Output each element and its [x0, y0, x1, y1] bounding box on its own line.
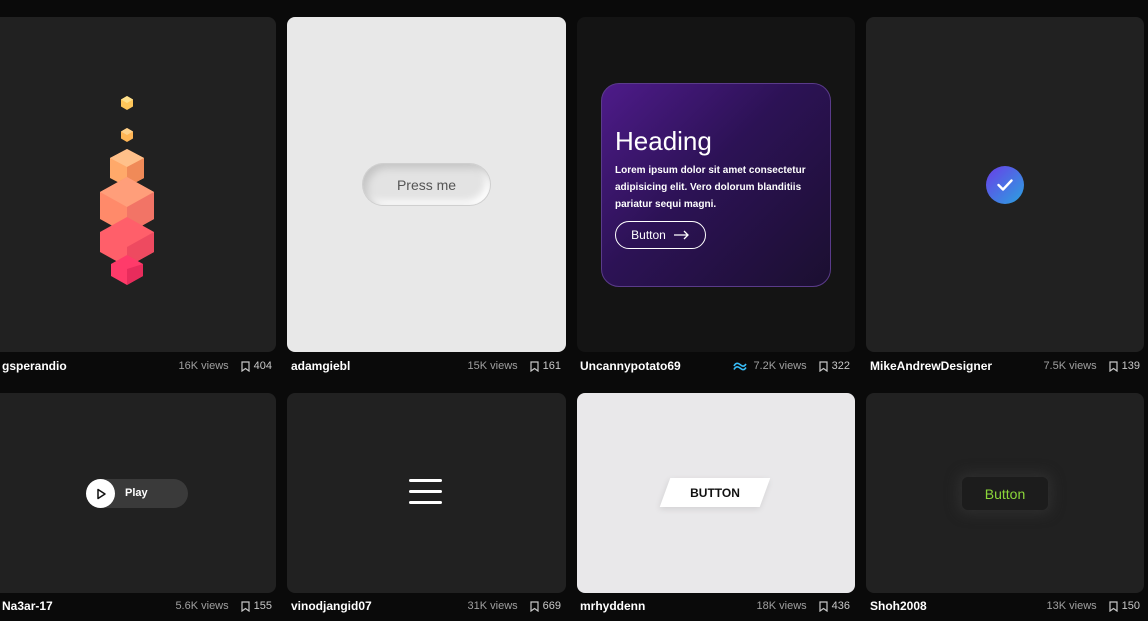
save-count: 161	[542, 360, 561, 372]
view-count: 31K views	[467, 600, 518, 612]
neon-button[interactable]: Button	[962, 477, 1048, 510]
arrow-right-icon	[673, 230, 689, 240]
view-count: 13K views	[1046, 600, 1097, 612]
view-count: 7.2K views	[753, 360, 807, 372]
card-meta: mrhyddenn 18K views 436	[580, 595, 850, 617]
bookmark-icon	[241, 600, 250, 612]
card-body-text: Lorem ipsum dolor sit amet consectetur a…	[615, 165, 806, 210]
save-button[interactable]: 404	[241, 360, 272, 372]
card-meta: gsperandio 16K views 404	[2, 355, 272, 377]
save-count: 669	[542, 600, 561, 612]
bookmark-icon	[819, 600, 828, 612]
view-count: 7.5K views	[1043, 360, 1097, 372]
save-button[interactable]: 669	[530, 600, 561, 612]
bookmark-icon	[530, 600, 539, 612]
bookmark-icon	[819, 360, 828, 372]
bookmark-icon	[1109, 600, 1118, 612]
view-count: 16K views	[178, 360, 229, 372]
button-label: Button	[631, 228, 666, 242]
tailwind-icon	[733, 362, 748, 370]
author-name[interactable]: mrhyddenn	[580, 599, 751, 613]
check-icon	[997, 179, 1013, 191]
save-button[interactable]: 161	[530, 360, 561, 372]
save-button[interactable]: 139	[1109, 360, 1140, 372]
save-count: 436	[831, 600, 850, 612]
card-meta: Shoh2008 13K views 150	[870, 595, 1140, 617]
save-count: 139	[1121, 360, 1140, 372]
card-heading: Heading	[615, 126, 712, 156]
save-count: 404	[253, 360, 272, 372]
save-button[interactable]: 322	[819, 360, 850, 372]
view-count: 15K views	[467, 360, 518, 372]
play-label: Play	[125, 487, 148, 499]
component-gallery: gsperandio 16K views 404 Press me adamgi…	[0, 0, 1148, 621]
skewed-button[interactable]: BUTTON	[665, 478, 765, 507]
author-name[interactable]: MikeAndrewDesigner	[870, 359, 1037, 373]
bookmark-icon	[530, 360, 539, 372]
card-isometric-cubes[interactable]	[0, 17, 276, 352]
author-name[interactable]: gsperandio	[2, 359, 173, 373]
card-skewed-button[interactable]: BUTTON	[577, 393, 855, 593]
author-name[interactable]: Na3ar-17	[2, 599, 169, 613]
save-button[interactable]: 150	[1109, 600, 1140, 612]
card-play-button[interactable]: Play	[0, 393, 276, 593]
card-meta: MikeAndrewDesigner 7.5K views 139	[870, 355, 1140, 377]
bookmark-icon	[1109, 360, 1118, 372]
author-name[interactable]: Uncannypotato69	[580, 359, 733, 373]
author-name[interactable]: Shoh2008	[870, 599, 1041, 613]
save-button[interactable]: 436	[819, 600, 850, 612]
play-icon	[96, 488, 106, 499]
glass-card: Heading Lorem ipsum dolor sit amet conse…	[601, 83, 831, 287]
card-neon-button[interactable]: Button	[866, 393, 1144, 593]
press-me-button[interactable]: Press me	[363, 164, 490, 205]
save-count: 155	[253, 600, 272, 612]
card-meta: adamgiebl 15K views 161	[291, 355, 561, 377]
save-count: 150	[1121, 600, 1140, 612]
card-meta: vinodjangid07 31K views 669	[291, 595, 561, 617]
view-count: 5.6K views	[175, 600, 229, 612]
card-glass-heading[interactable]: Heading Lorem ipsum dolor sit amet conse…	[577, 17, 855, 352]
author-name[interactable]: adamgiebl	[291, 359, 462, 373]
card-meta: Uncannypotato69 7.2K views 322	[580, 355, 850, 377]
author-name[interactable]: vinodjangid07	[291, 599, 462, 613]
card-hamburger-menu[interactable]	[287, 393, 566, 593]
bookmark-icon	[241, 360, 250, 372]
card-meta: Na3ar-17 5.6K views 155	[2, 595, 272, 617]
play-circle	[86, 479, 115, 508]
play-button[interactable]: Play	[86, 479, 188, 508]
isometric-cubes-illustration	[100, 96, 154, 285]
checkbox-toggle[interactable]	[986, 166, 1024, 204]
arrow-button[interactable]: Button	[615, 221, 706, 249]
save-count: 322	[831, 360, 850, 372]
view-count: 18K views	[756, 600, 807, 612]
hamburger-menu-icon[interactable]	[409, 479, 442, 507]
save-button[interactable]: 155	[241, 600, 272, 612]
card-neumorphic-button[interactable]: Press me	[287, 17, 566, 352]
card-checkbox[interactable]	[866, 17, 1144, 352]
